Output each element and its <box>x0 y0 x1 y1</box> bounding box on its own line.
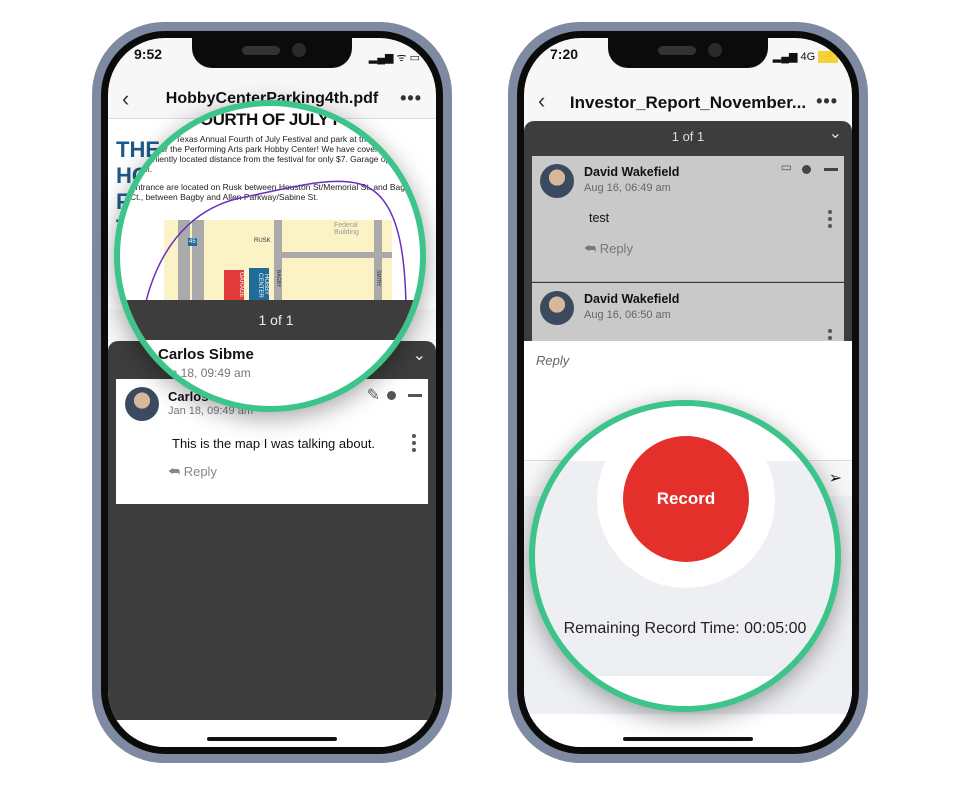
reply-label: Reply <box>599 241 633 256</box>
remaining-record-time: Remaining Record Time: 00:05:00 <box>563 620 807 637</box>
reply-label: Reply <box>183 464 217 479</box>
comment-date: Aug 16, 06:49 am <box>584 182 671 194</box>
magnifier-right: Record Remaining Record Time: 00:05:00 <box>529 400 841 712</box>
comment-text: test <box>589 211 610 225</box>
status-icons: ▂▄▆ ᯤ ▭ <box>368 52 420 64</box>
comment-card[interactable]: David Wakefield Aug 16, 06:49 am ▭ test … <box>532 156 844 282</box>
reply-button[interactable]: ⮪ Reply <box>584 241 633 257</box>
network-label: 4G <box>800 51 816 63</box>
comment-author: David Wakefield <box>584 165 680 179</box>
comment-type-icon[interactable]: ▭ <box>781 160 792 174</box>
comment-author: David Wakefield <box>584 292 680 306</box>
kebab-menu-icon[interactable] <box>828 210 832 231</box>
notch <box>608 38 768 68</box>
more-menu-button[interactable]: ••• <box>816 91 838 112</box>
magnifier-left: FOURTH OF JULY PARKING Freedom of Texas … <box>114 100 426 412</box>
comment-header-author: Carlos Sibme <box>158 346 254 363</box>
home-indicator <box>623 737 753 741</box>
comments-panel: 1 of 1 ⌄ David Wakefield Aug 16, 06:49 a… <box>524 121 852 341</box>
notch <box>192 38 352 68</box>
status-time: 7:20 <box>550 46 579 62</box>
home-indicator <box>207 737 337 741</box>
comment-header-date: Jan 18, 09:49 am <box>158 366 251 380</box>
collapse-chevron-icon[interactable]: ⌄ <box>829 123 842 143</box>
avatar <box>540 164 574 198</box>
avatar <box>540 291 574 325</box>
comment-card[interactable]: David Wakefield Aug 16, 06:50 am <box>532 283 844 341</box>
record-button[interactable]: Record <box>623 436 749 562</box>
status-time: 9:52 <box>134 46 163 62</box>
comment-text: This is the map I was talking about. <box>172 436 376 451</box>
reply-button[interactable]: ⮪ Reply <box>168 464 217 480</box>
document-title: Investor_Report_November... <box>569 93 807 112</box>
status-icons: ▂▄▆ 4G ⚡ <box>773 50 838 63</box>
send-icon[interactable]: ➢ <box>829 468 842 488</box>
comment-date: Aug 16, 06:50 am <box>584 309 671 321</box>
minimize-icon[interactable] <box>824 168 838 171</box>
reply-placeholder: Reply <box>536 353 570 368</box>
page-indicator: 1 of 1 <box>120 300 420 340</box>
kebab-menu-icon[interactable] <box>412 434 416 455</box>
color-dot-icon[interactable] <box>802 165 811 174</box>
page-indicator: 1 of 1 <box>671 129 705 144</box>
